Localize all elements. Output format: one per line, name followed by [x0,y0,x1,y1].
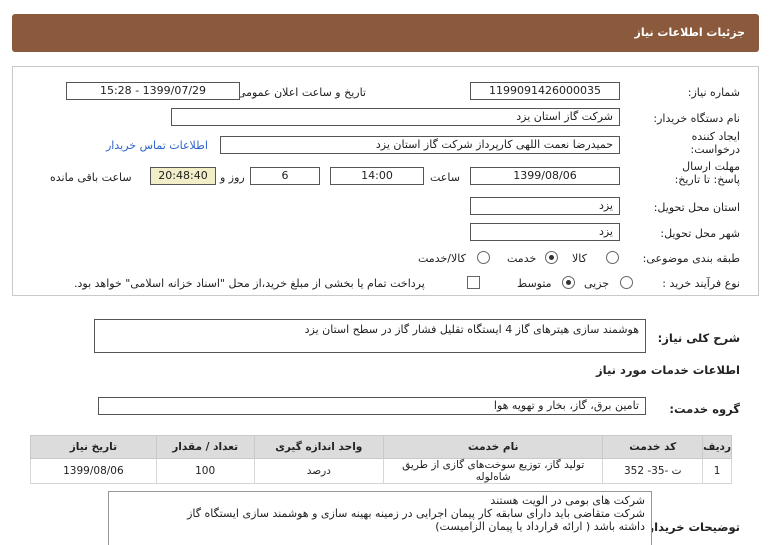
category-label: طبقه بندی موضوعی: [642,252,740,265]
cell-date: 1399/08/06 [30,458,157,484]
remaining-time-field: 20:48:40 [150,167,216,185]
province-field: یزد [470,197,620,215]
col-qty-header: تعداد / مقدار [155,435,255,459]
col-row-header: ردیف [702,435,732,459]
days-label: روز و [220,171,245,184]
col-code-header: کد خدمت [602,435,704,459]
cell-qty: 100 [155,458,255,484]
category-option-goods-service: کالا/خدمت [418,252,466,265]
category-radio-service[interactable] [545,251,558,264]
category-radio-goods[interactable] [606,251,619,264]
remaining-time-label: ساعت باقی مانده [50,171,132,184]
province-label: استان محل تحویل: [653,201,740,214]
buyer-notes-line: شرکت متقاضی باید دارای سابقه کار پیمان ا… [187,507,645,520]
process-label: نوع فرآیند خرید : [662,277,740,290]
announce-datetime-label: تاریخ و ساعت اعلان عمومی: [233,86,366,99]
table-header-row: ردیف کد خدمت نام خدمت واحد اندازه گیری ت… [30,435,732,459]
cell-name: تولید گاز، توزیع سوخت‌های گازی از طریق ش… [383,458,604,484]
services-info-header: اطلاعات خدمات مورد نیاز [596,363,740,377]
city-field: یزد [470,223,620,241]
process-radio-minor[interactable] [620,276,633,289]
creator-label: ایجاد کننده درخواست: [690,130,740,156]
deadline-time-label: ساعت [430,171,460,184]
buyer-notes-label: توضیحات خریدار: [642,520,740,534]
service-group-field: تامین برق، گاز، بخار و تهویه هوا [98,397,646,415]
buyer-contact-link[interactable]: اطلاعات تماس خریدار [106,139,208,152]
deadline-label: مهلت ارسال پاسخ: تا تاریخ: [674,160,740,186]
buyer-notes-line: داشته باشد ( ارائه قرارداد یا پیمان الزا… [435,520,645,533]
need-number-label: شماره نیاز: [687,86,740,99]
deadline-time-field: 14:00 [330,167,424,185]
days-field: 6 [250,167,320,185]
col-date-header: تاریخ نیاز [30,435,157,459]
buyer-field: شرکت گاز استان یزد [171,108,620,126]
services-table: ردیف کد خدمت نام خدمت واحد اندازه گیری ت… [30,435,732,484]
city-label: شهر محل تحویل: [660,227,740,240]
need-number-field: 1199091426000035 [470,82,620,100]
creator-field: حمیدرضا نعمت اللهی کارپرداز شرکت گاز است… [220,136,620,154]
buyer-notes-field: شرکت های بومی در الویت هستند شرکت متقاضی… [108,491,652,545]
treasury-docs-text: پرداخت تمام یا بخشی از مبلغ خرید،از محل … [74,277,425,290]
process-radio-medium[interactable] [562,276,575,289]
page-title: جزئیات اطلاعات نیاز [634,26,746,39]
summary-label: شرح کلی نیاز: [657,331,740,345]
buyer-label: نام دستگاه خریدار: [653,112,740,125]
title-bar: جزئیات اطلاعات نیاز [12,14,759,52]
cell-unit: درصد [253,458,385,484]
service-group-label: گروه خدمت: [669,402,740,416]
cell-code: ت -35- 352 [602,458,704,484]
table-row: 1 ت -35- 352 تولید گاز، توزیع سوخت‌های گ… [30,458,732,484]
treasury-docs-checkbox[interactable] [467,276,480,289]
col-unit-header: واحد اندازه گیری [253,435,385,459]
cell-row: 1 [702,458,732,484]
category-radio-goods-service[interactable] [477,251,490,264]
col-name-header: نام خدمت [383,435,604,459]
announce-datetime-field: 1399/07/29 - 15:28 [66,82,240,100]
summary-field: هوشمند سازی هیترهای گاز 4 ایستگاه تقلیل … [94,319,646,353]
category-option-service: خدمت [507,252,537,265]
process-option-medium: متوسط [517,277,552,290]
category-option-goods: کالا [572,252,587,265]
deadline-date-field: 1399/08/06 [470,167,620,185]
buyer-notes-line: شرکت های بومی در الویت هستند [490,494,645,507]
process-option-minor: جزیی [584,277,610,290]
